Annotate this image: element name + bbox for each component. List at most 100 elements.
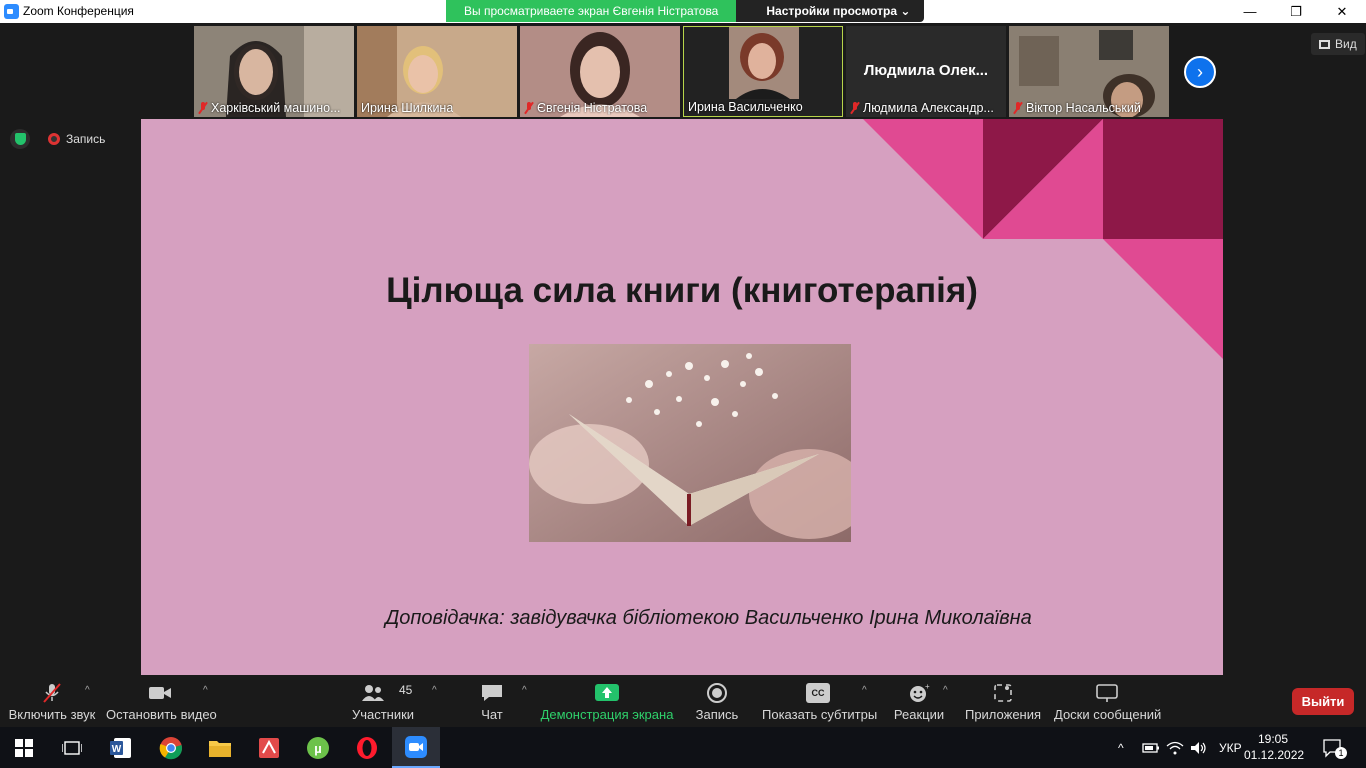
share-screen-icon — [595, 684, 619, 701]
slide-subtitle: Доповідачка: завідувачка бібліотекою Вас… — [385, 607, 1032, 629]
smiley-plus-icon: + — [910, 683, 930, 702]
participant-tile[interactable]: Харківський машино... — [194, 26, 354, 117]
reactions-button[interactable]: + Реакции — [890, 675, 948, 727]
taskbar-clock[interactable]: 19:05 01.12.2022 — [1244, 731, 1305, 763]
opera-app-icon[interactable] — [343, 727, 391, 768]
chat-caret-icon[interactable]: ^ — [522, 685, 527, 696]
share-screen-button[interactable]: Демонстрация экрана — [540, 675, 674, 727]
whiteboards-button[interactable]: Доски сообщений — [1054, 675, 1162, 727]
mic-muted-icon — [1013, 102, 1023, 114]
zoom-app-icon — [4, 4, 19, 19]
whiteboards-label: Доски сообщений — [1054, 707, 1162, 722]
participant-name: Людмила Александр... — [850, 101, 994, 115]
wifi-icon[interactable] — [1166, 727, 1184, 768]
leave-button[interactable]: Выйти — [1292, 688, 1354, 715]
show-captions-button[interactable]: CC Показать субтитры — [762, 675, 878, 727]
apps-button[interactable]: Приложения — [964, 675, 1042, 727]
share-status-label: Вы просматриваете экран Євгенія Ністрато… — [446, 0, 737, 22]
participant-name: Харківський машино... — [198, 101, 341, 115]
participant-name: Ирина Шилкина — [361, 101, 454, 115]
windows-start-icon[interactable] — [0, 727, 48, 768]
clock-date: 01.12.2022 — [1244, 748, 1305, 762]
apps-label: Приложения — [964, 707, 1042, 722]
shared-screen-slide: Цілюща сила книги (книготерапія) Доповід… — [141, 119, 1223, 675]
recording-label: Запись — [66, 132, 106, 146]
window-title: Zoom Конференция — [23, 4, 134, 18]
windows-taskbar: W µ ^ УКР 19:05 01.12.2022 1 — [0, 727, 1366, 768]
screen-share-banner: Вы просматриваете экран Євгенія Ністрато… — [446, 0, 925, 22]
record-dot-icon — [48, 133, 60, 145]
chat-bubble-icon — [482, 685, 502, 701]
participant-tile[interactable]: Євгенія Ністратова — [520, 26, 680, 117]
input-language-indicator[interactable]: УКР — [1219, 727, 1242, 768]
apps-icon — [994, 684, 1012, 702]
participants-icon — [362, 685, 384, 701]
chat-button[interactable]: Чат — [470, 675, 514, 727]
zoom-taskbar-icon[interactable] — [392, 727, 440, 768]
unmute-button[interactable]: Включить звук — [8, 675, 96, 727]
show-hidden-icons-chevron-icon[interactable]: ^ — [1118, 727, 1124, 768]
participant-tile[interactable]: Людмила Олек... Людмила Александр... — [846, 26, 1006, 117]
share-screen-label: Демонстрация экрана — [540, 707, 674, 722]
reactions-caret-icon[interactable]: ^ — [943, 685, 948, 696]
participant-tile[interactable]: Віктор Насальський — [1009, 26, 1169, 117]
participant-name: Євгенія Ністратова — [524, 101, 647, 115]
battery-icon[interactable] — [1142, 727, 1160, 768]
video-options-caret-icon[interactable]: ^ — [203, 685, 208, 696]
participant-tile[interactable]: Ирина Шилкина — [357, 26, 517, 117]
unmute-label: Включить звук — [8, 707, 96, 722]
audio-options-caret-icon[interactable]: ^ — [85, 685, 90, 696]
participant-name: Ирина Васильченко — [688, 100, 803, 114]
participants-caret-icon[interactable]: ^ — [432, 685, 437, 696]
mic-muted-icon — [43, 683, 61, 703]
participants-count: 45 — [399, 683, 413, 697]
stop-video-button[interactable]: Остановить видео — [106, 675, 217, 727]
slide-book-image — [529, 344, 851, 542]
close-button[interactable]: ✕ — [1319, 0, 1365, 23]
view-button-label: Вид — [1335, 37, 1357, 51]
participants-button[interactable]: 45 Участники — [346, 675, 420, 727]
chrome-app-icon[interactable] — [147, 727, 195, 768]
show-captions-label: Показать субтитры — [762, 707, 878, 722]
stop-video-label: Остановить видео — [106, 707, 217, 722]
view-options-button[interactable]: Настройки просмотра ⌄ — [736, 0, 925, 22]
mic-muted-icon — [850, 102, 860, 114]
clock-time: 19:05 — [1257, 732, 1289, 746]
slide-title: Цілюща сила книги (книготерапія) — [386, 271, 978, 310]
pdf-app-icon[interactable] — [245, 727, 293, 768]
reactions-label: Реакции — [893, 707, 945, 722]
next-page-arrow-icon[interactable]: › — [1184, 56, 1216, 88]
participant-name: Віктор Насальський — [1013, 101, 1141, 115]
view-options-label: Настройки просмотра — [766, 4, 898, 18]
grid-view-icon — [1319, 39, 1330, 49]
whiteboard-icon — [1096, 684, 1118, 702]
meeting-stage: Харківський машино... Ирина Шилкина Євге… — [0, 23, 1366, 675]
recording-indicator[interactable]: Запись — [42, 129, 111, 149]
mic-muted-icon — [524, 102, 534, 114]
participant-tile-active-speaker[interactable]: Ирина Васильченко — [683, 26, 843, 117]
captions-caret-icon[interactable]: ^ — [862, 685, 867, 696]
view-button[interactable]: Вид — [1311, 33, 1365, 55]
task-view-icon[interactable] — [48, 727, 96, 768]
meeting-toolbar: Включить звук ^ Остановить видео ^ 45 Уч… — [0, 675, 1366, 727]
word-app-icon[interactable]: W — [97, 727, 145, 768]
notifications-icon[interactable]: 1 — [1322, 727, 1347, 768]
book-with-flowers-image — [529, 344, 851, 542]
participants-label: Участники — [351, 707, 415, 722]
video-camera-icon — [149, 687, 171, 699]
record-button[interactable]: Запись — [690, 675, 744, 727]
minimize-button[interactable]: — — [1227, 0, 1273, 23]
mic-muted-icon — [198, 102, 208, 114]
svg-text:W: W — [112, 744, 122, 755]
file-explorer-icon[interactable] — [196, 727, 244, 768]
notifications-count-badge: 1 — [1335, 747, 1347, 759]
chat-label: Чат — [481, 707, 503, 722]
svg-text:+: + — [925, 683, 930, 691]
record-icon — [707, 683, 727, 703]
participant-strip: Харківський машино... Ирина Шилкина Євге… — [194, 26, 1169, 117]
closed-captions-icon: CC — [806, 683, 830, 703]
volume-icon[interactable] — [1190, 727, 1208, 768]
security-shield-icon[interactable] — [10, 129, 30, 149]
utorrent-app-icon[interactable]: µ — [294, 727, 342, 768]
maximize-button[interactable]: ❐ — [1273, 0, 1319, 23]
